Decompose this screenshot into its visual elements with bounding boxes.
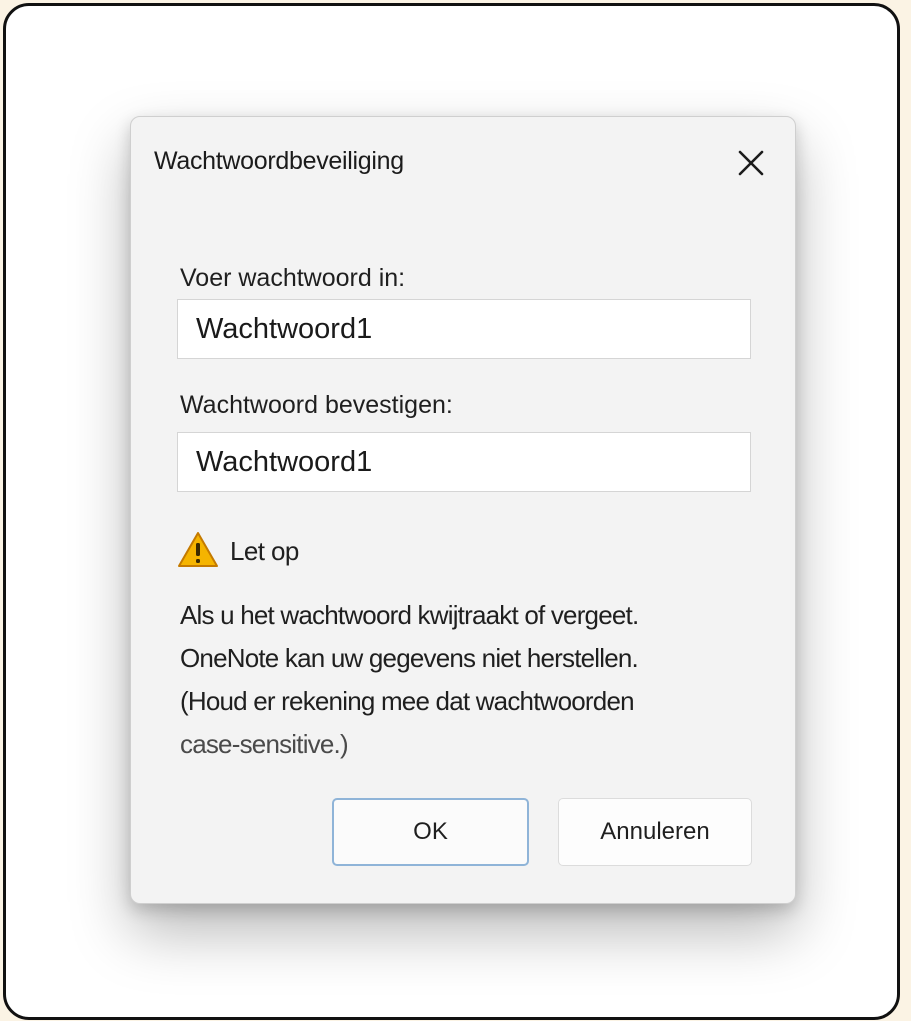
warning-label: Let op: [230, 536, 299, 566]
cancel-button[interactable]: Annuleren: [558, 798, 752, 866]
dialog-titlebar: Wachtwoordbeveiliging: [131, 117, 795, 207]
password-input[interactable]: [177, 299, 751, 359]
warning-message: Als u het wachtwoord kwijtraakt of verge…: [180, 594, 780, 766]
ok-button-label: OK: [413, 818, 448, 845]
close-icon: [738, 150, 764, 176]
screenshot-frame: Wachtwoordbeveiliging Voer wachtwoord in…: [3, 3, 900, 1020]
password-label: Voer wachtwoord in:: [180, 264, 406, 292]
confirm-password-input[interactable]: [177, 432, 751, 492]
warning-line: case-sensitive.): [180, 729, 349, 759]
warning-heading: Let op: [177, 529, 477, 569]
warning-icon: [178, 532, 218, 567]
cancel-button-label: Annuleren: [600, 818, 710, 845]
password-protection-dialog: Wachtwoordbeveiliging Voer wachtwoord in…: [130, 116, 796, 904]
confirm-password-label: Wachtwoord bevestigen:: [180, 391, 453, 419]
warning-line: Als u het wachtwoord kwijtraakt of verge…: [180, 600, 639, 630]
warning-line: OneNote kan uw gegevens niet herstellen.: [180, 643, 639, 673]
warning-line: (Houd er rekening mee dat wachtwoorden: [180, 686, 635, 716]
ok-button[interactable]: OK: [332, 798, 529, 866]
dialog-title: Wachtwoordbeveiliging: [154, 147, 404, 175]
close-button[interactable]: [727, 139, 775, 187]
